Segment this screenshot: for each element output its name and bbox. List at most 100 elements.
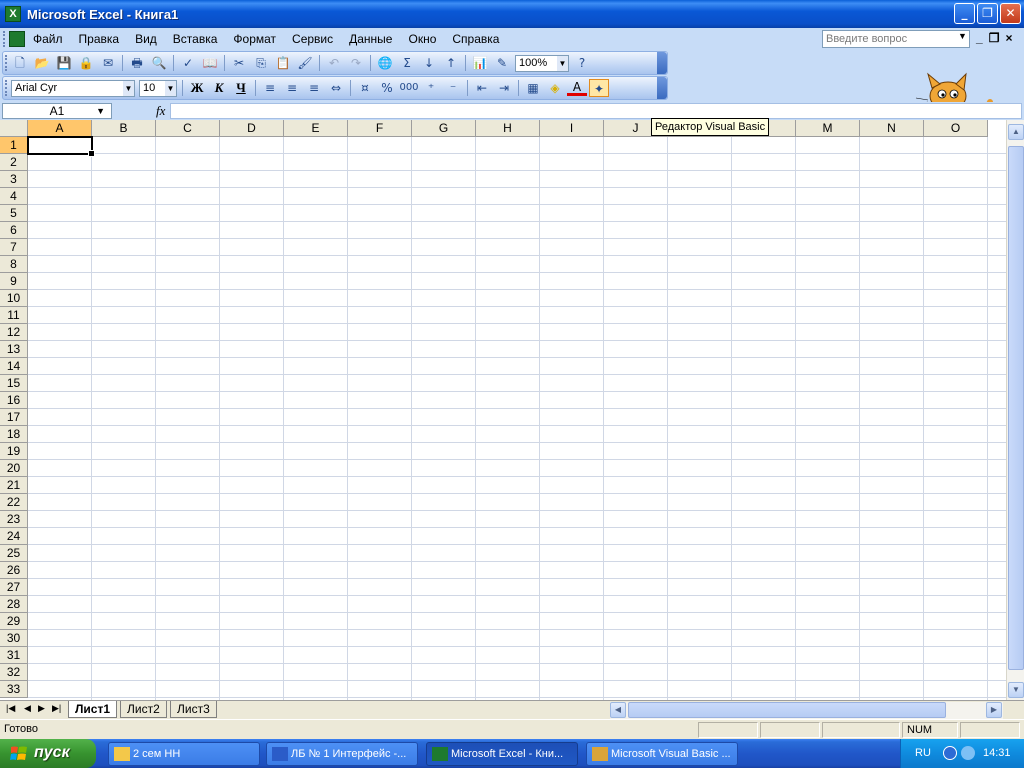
excel-icon[interactable]: X <box>5 6 21 22</box>
name-box[interactable]: A1 ▼ <box>2 103 112 119</box>
row-header[interactable]: 11 <box>0 307 28 324</box>
decrease-indent-icon[interactable]: ⇤ <box>472 79 492 97</box>
row-header[interactable]: 19 <box>0 443 28 460</box>
column-header[interactable]: I <box>540 120 604 137</box>
active-cell-a1[interactable] <box>27 136 95 157</box>
row-header[interactable]: 33 <box>0 681 28 698</box>
next-sheet-icon[interactable]: ▶ <box>38 703 45 714</box>
row-header[interactable]: 9 <box>0 273 28 290</box>
minimize-button[interactable]: _ <box>954 3 975 24</box>
chevron-down-icon[interactable]: ▼ <box>165 80 176 96</box>
sort-ascending-icon[interactable]: ↓ <box>419 54 439 72</box>
percent-button[interactable]: % <box>377 79 397 97</box>
row-header[interactable]: 1 <box>0 137 28 154</box>
menu-item[interactable]: Формат <box>225 32 284 46</box>
column-header[interactable]: G <box>412 120 476 137</box>
row-header[interactable]: 8 <box>0 256 28 273</box>
vertical-scrollbar[interactable]: ▲ ▼ <box>1006 120 1024 700</box>
tray-arrow-icon[interactable] <box>943 746 957 760</box>
column-header[interactable]: H <box>476 120 540 137</box>
drawing-icon[interactable]: ✎ <box>492 54 512 72</box>
align-left-icon[interactable]: ≡ <box>260 79 280 97</box>
row-header[interactable]: 22 <box>0 494 28 511</box>
sheet-tab[interactable]: Лист3 <box>170 701 217 718</box>
align-right-icon[interactable]: ≡ <box>304 79 324 97</box>
menu-item[interactable]: Сервис <box>284 32 341 46</box>
row-header[interactable]: 23 <box>0 511 28 528</box>
row-header[interactable]: 5 <box>0 205 28 222</box>
spelling-icon[interactable]: ✓ <box>178 54 198 72</box>
network-icon[interactable] <box>961 746 975 760</box>
insert-function-button[interactable]: fx <box>156 103 165 119</box>
sheet-tab[interactable]: Лист2 <box>120 701 167 718</box>
help-icon[interactable]: ? <box>572 54 592 72</box>
taskbar-button[interactable]: ЛБ № 1 Интерфейс -... <box>266 742 418 766</box>
menu-item[interactable]: Файл <box>25 32 71 46</box>
row-header[interactable]: 17 <box>0 409 28 426</box>
merge-center-icon[interactable]: ⇔ <box>326 79 346 97</box>
thousands-button[interactable]: 000 <box>399 79 419 97</box>
menu-item[interactable]: Справка <box>444 32 507 46</box>
row-header[interactable]: 14 <box>0 358 28 375</box>
row-header[interactable]: 27 <box>0 579 28 596</box>
taskbar-button[interactable]: Microsoft Visual Basic ... <box>586 742 738 766</box>
new-icon[interactable]: 🗋 <box>10 54 30 72</box>
ask-question-input[interactable]: Введите вопрос <box>822 30 970 48</box>
column-header[interactable]: A <box>28 120 92 137</box>
scroll-up-icon[interactable]: ▲ <box>1008 124 1024 140</box>
workbook-minimize-button[interactable]: _ <box>976 31 983 45</box>
vertical-scroll-thumb[interactable] <box>1008 146 1024 670</box>
close-button[interactable]: ✕ <box>1000 3 1021 24</box>
autosum-icon[interactable]: Σ <box>397 54 417 72</box>
workbook-restore-button[interactable]: ❐ <box>989 31 1000 45</box>
row-header[interactable]: 3 <box>0 171 28 188</box>
row-header[interactable]: 32 <box>0 664 28 681</box>
row-header[interactable]: 16 <box>0 392 28 409</box>
cut-icon[interactable]: ✂ <box>229 54 249 72</box>
column-header[interactable]: M <box>796 120 860 137</box>
align-center-icon[interactable]: ≡ <box>282 79 302 97</box>
currency-icon[interactable]: ¤ <box>355 79 375 97</box>
scroll-right-icon[interactable]: ▶ <box>986 702 1002 718</box>
row-header[interactable]: 20 <box>0 460 28 477</box>
formula-input[interactable] <box>170 103 1022 119</box>
row-header[interactable]: 15 <box>0 375 28 392</box>
cell-area[interactable] <box>28 137 1006 700</box>
row-header[interactable]: 24 <box>0 528 28 545</box>
format-painter-icon[interactable]: 🖌 <box>295 54 315 72</box>
title-bar[interactable]: X Microsoft Excel - Книга1 _ ❐ ✕ <box>0 0 1024 28</box>
row-header[interactable]: 25 <box>0 545 28 562</box>
row-header[interactable]: 2 <box>0 154 28 171</box>
toolbar-options-icon[interactable] <box>657 52 667 74</box>
chevron-down-icon[interactable]: ▼ <box>958 31 967 41</box>
toolbar-grip-icon[interactable] <box>5 55 7 71</box>
row-header[interactable]: 4 <box>0 188 28 205</box>
underline-button[interactable]: Ч <box>231 79 251 97</box>
undo-icon[interactable]: ↶ <box>324 54 344 72</box>
row-header[interactable]: 26 <box>0 562 28 579</box>
research-icon[interactable]: 📖 <box>200 54 220 72</box>
row-header[interactable]: 10 <box>0 290 28 307</box>
permission-icon[interactable]: 🔒 <box>76 54 96 72</box>
menu-item[interactable]: Вид <box>127 32 165 46</box>
horizontal-scroll-thumb[interactable] <box>628 702 946 718</box>
bold-button[interactable]: Ж <box>187 79 207 97</box>
menu-item[interactable]: Окно <box>400 32 444 46</box>
column-header[interactable]: F <box>348 120 412 137</box>
email-icon[interactable]: ✉ <box>98 54 118 72</box>
row-header[interactable]: 13 <box>0 341 28 358</box>
scroll-left-icon[interactable]: ◀ <box>610 702 626 718</box>
row-header[interactable]: 31 <box>0 647 28 664</box>
decrease-decimal-icon[interactable]: ⁻ <box>443 79 463 97</box>
font-size-select[interactable]: 10 ▼ <box>139 79 177 97</box>
row-header[interactable]: 30 <box>0 630 28 647</box>
restore-button[interactable]: ❐ <box>977 3 998 24</box>
chart-wizard-icon[interactable]: 📊 <box>470 54 490 72</box>
row-header[interactable]: 12 <box>0 324 28 341</box>
column-header[interactable]: B <box>92 120 156 137</box>
fill-color-icon[interactable]: ◈ <box>545 79 565 97</box>
taskbar-button[interactable]: Microsoft Excel - Кни... <box>426 742 578 766</box>
print-icon[interactable]: 🖶 <box>127 54 147 72</box>
row-header[interactable]: 7 <box>0 239 28 256</box>
menu-grip-icon[interactable] <box>3 31 6 47</box>
